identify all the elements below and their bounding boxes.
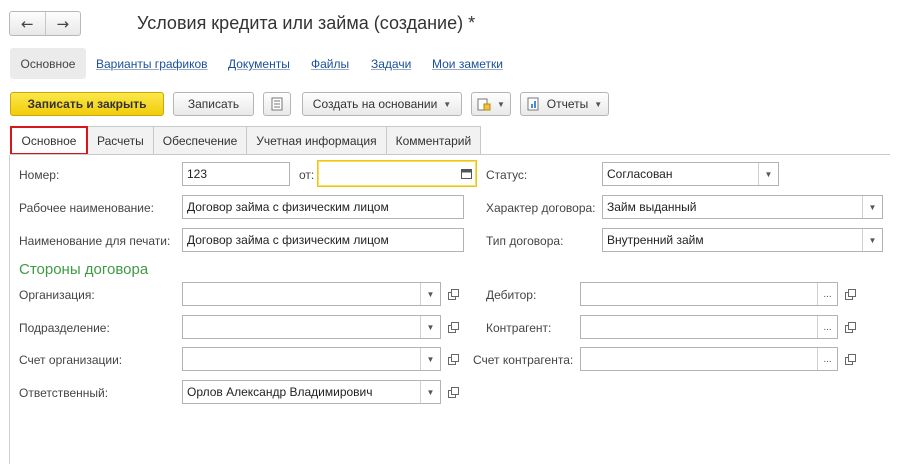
- arrow-right-icon: →: [56, 14, 70, 33]
- reports-label: Отчеты: [546, 97, 589, 111]
- select-button[interactable]: ...: [817, 316, 837, 338]
- type-label: Тип договора:: [486, 234, 564, 248]
- list-icon: [271, 97, 283, 111]
- document-attach-icon: [477, 98, 491, 110]
- section-link-documents[interactable]: Документы: [228, 57, 290, 71]
- responsible-open-button[interactable]: [444, 383, 462, 401]
- character-select[interactable]: Займ выданный ▼: [602, 195, 883, 219]
- organization-field[interactable]: ▼: [182, 282, 441, 306]
- chevron-down-icon[interactable]: ▼: [862, 229, 882, 251]
- print-name-value: Договор займа с физическим лицом: [187, 233, 389, 247]
- status-select[interactable]: Согласован ▼: [602, 162, 779, 186]
- chevron-down-icon[interactable]: ▼: [420, 381, 440, 403]
- work-name-label: Рабочее наименование:: [19, 201, 154, 215]
- status-value: Согласован: [607, 167, 673, 181]
- tab-divider: [10, 154, 890, 155]
- section-link-schedules[interactable]: Варианты графиков: [96, 57, 208, 71]
- form-left-border: [9, 155, 10, 464]
- tab-comment[interactable]: Комментарий: [386, 126, 482, 155]
- cp-account-label: Счет контрагента:: [473, 353, 574, 367]
- counterparty-label: Контрагент:: [486, 321, 552, 335]
- tab-strip: Основное Расчеты Обеспечение Учетная инф…: [10, 126, 482, 155]
- tab-main[interactable]: Основное: [10, 126, 88, 155]
- arrow-left-icon: ←: [20, 14, 34, 33]
- print-name-label: Наименование для печати:: [19, 234, 171, 248]
- counterparty-field[interactable]: ...: [580, 315, 838, 339]
- calendar-icon: [460, 169, 472, 179]
- chevron-down-icon[interactable]: ▼: [420, 348, 440, 370]
- counterparty-open-button[interactable]: [841, 318, 859, 336]
- responsible-label: Ответственный:: [19, 386, 109, 400]
- print-name-field[interactable]: Договор займа с физическим лицом: [182, 228, 464, 252]
- cp-account-field[interactable]: ...: [580, 347, 838, 371]
- tab-collateral[interactable]: Обеспечение: [153, 126, 248, 155]
- section-main[interactable]: Основное: [10, 48, 86, 79]
- forward-button[interactable]: →: [44, 12, 81, 35]
- back-button[interactable]: ←: [10, 12, 45, 35]
- open-window-icon: [844, 288, 856, 300]
- create-based-on-label: Создать на основании: [312, 97, 438, 111]
- debtor-label: Дебитор:: [486, 288, 537, 302]
- tab-calculations[interactable]: Расчеты: [88, 126, 154, 155]
- select-button[interactable]: ...: [817, 283, 837, 305]
- organization-label: Организация:: [19, 288, 95, 302]
- org-account-label: Счет организации:: [19, 353, 123, 367]
- save-button[interactable]: Записать: [173, 92, 254, 116]
- number-label: Номер:: [19, 168, 60, 182]
- cp-account-open-button[interactable]: [841, 350, 859, 368]
- chevron-down-icon: ▼: [594, 99, 603, 109]
- tab-accounting-info[interactable]: Учетная информация: [247, 126, 387, 155]
- section-link-files[interactable]: Файлы: [311, 57, 349, 71]
- journal-button[interactable]: [263, 92, 291, 116]
- open-window-icon: [844, 353, 856, 365]
- section-link-tasks[interactable]: Задачи: [371, 57, 411, 71]
- open-window-icon: [844, 321, 856, 333]
- organization-open-button[interactable]: [444, 285, 462, 303]
- open-window-icon: [447, 353, 459, 365]
- number-value: 123: [187, 167, 208, 181]
- division-field[interactable]: ▼: [182, 315, 441, 339]
- division-label: Подразделение:: [19, 321, 110, 335]
- report-icon: [527, 97, 539, 111]
- chevron-down-icon[interactable]: ▼: [420, 316, 440, 338]
- responsible-field[interactable]: Орлов Александр Владимирович ▼: [182, 380, 441, 404]
- status-label: Статус:: [486, 168, 528, 182]
- reports-button[interactable]: Отчеты ▼: [520, 92, 609, 116]
- open-window-icon: [447, 321, 459, 333]
- create-based-on-button[interactable]: Создать на основании ▼: [302, 92, 462, 116]
- org-account-open-button[interactable]: [444, 350, 462, 368]
- save-and-close-button[interactable]: Записать и закрыть: [10, 92, 164, 116]
- calendar-button[interactable]: [456, 161, 476, 186]
- chevron-down-icon[interactable]: ▼: [758, 163, 778, 185]
- character-label: Характер договора:: [486, 201, 596, 215]
- parties-section-title: Стороны договора: [19, 261, 149, 278]
- navigation-buttons: ← →: [9, 11, 81, 36]
- work-name-field[interactable]: Договор займа с физическим лицом: [182, 195, 464, 219]
- attach-button[interactable]: ▼: [471, 92, 511, 116]
- date-field[interactable]: [317, 160, 477, 187]
- responsible-value: Орлов Александр Владимирович: [187, 385, 373, 399]
- debtor-open-button[interactable]: [841, 285, 859, 303]
- org-account-field[interactable]: ▼: [182, 347, 441, 371]
- chevron-down-icon: ▼: [497, 99, 505, 109]
- window-title: Условия кредита или займа (создание) *: [137, 13, 476, 33]
- chevron-down-icon[interactable]: ▼: [420, 283, 440, 305]
- debtor-field[interactable]: ...: [580, 282, 838, 306]
- division-open-button[interactable]: [444, 318, 462, 336]
- work-name-value: Договор займа с физическим лицом: [187, 200, 389, 214]
- date-label: от:: [299, 168, 315, 182]
- chevron-down-icon[interactable]: ▼: [862, 196, 882, 218]
- open-window-icon: [447, 386, 459, 398]
- open-window-icon: [447, 288, 459, 300]
- type-value: Внутренний займ: [607, 233, 704, 247]
- type-select[interactable]: Внутренний займ ▼: [602, 228, 883, 252]
- section-link-notes[interactable]: Мои заметки: [432, 57, 503, 71]
- number-field[interactable]: 123: [182, 162, 290, 186]
- select-button[interactable]: ...: [817, 348, 837, 370]
- character-value: Займ выданный: [607, 200, 697, 214]
- chevron-down-icon: ▼: [443, 99, 452, 109]
